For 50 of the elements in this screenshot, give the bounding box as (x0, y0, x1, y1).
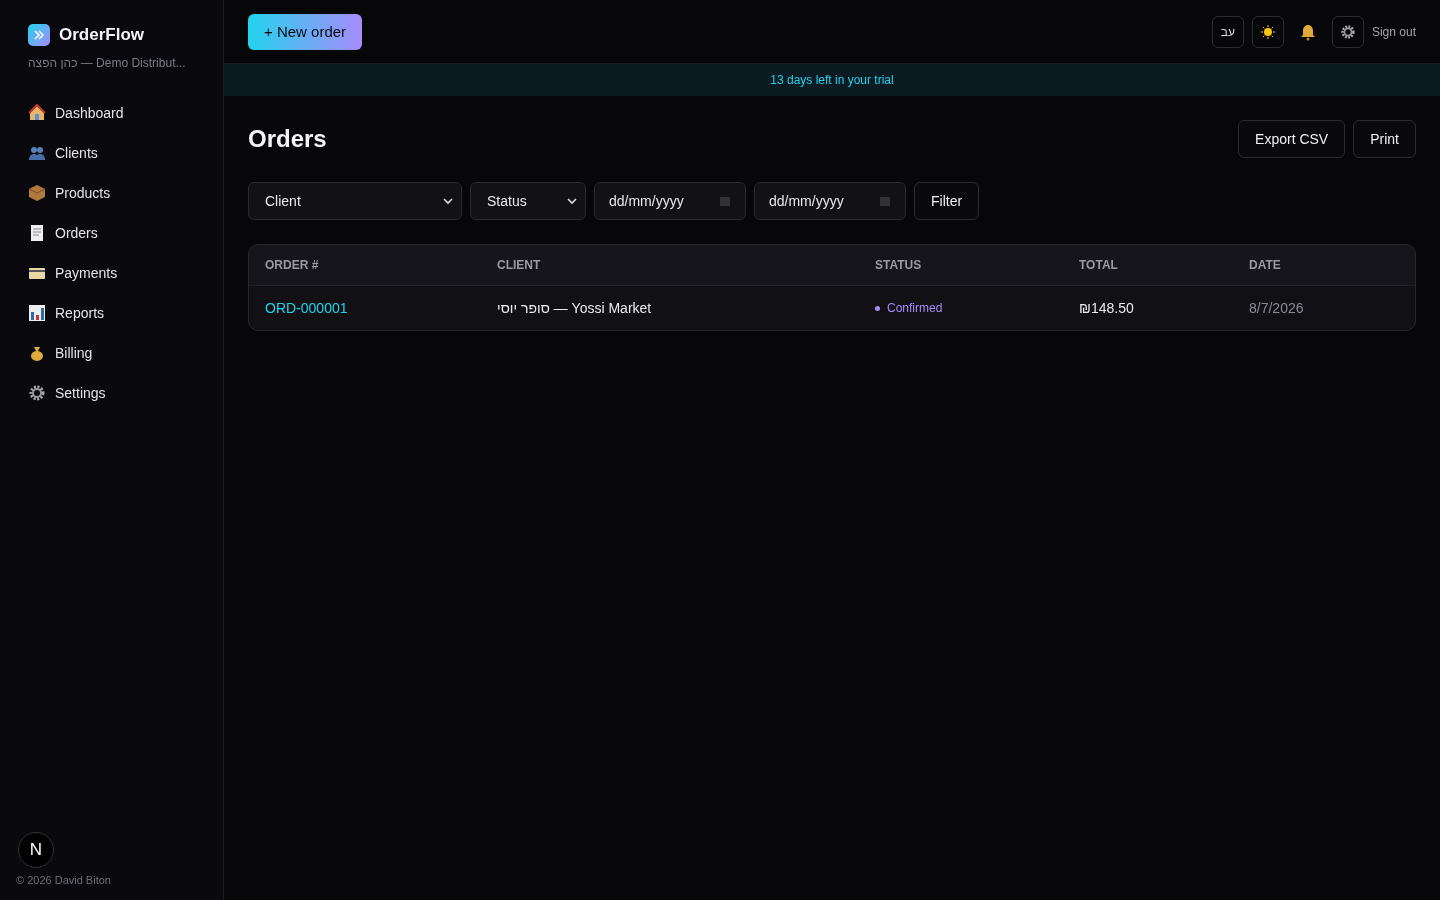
client-select[interactable]: Client (248, 182, 462, 220)
receipt-icon (28, 224, 46, 242)
page-title: Orders (248, 125, 327, 153)
sidebar-item[interactable]: Clients (28, 134, 207, 172)
gear-icon (28, 384, 46, 402)
money-bag-icon (28, 344, 46, 362)
sidebar-item[interactable]: Settings (28, 374, 207, 412)
sun-icon (1260, 24, 1275, 39)
table-cell-text: סופר יוסי — Yossi Market (497, 300, 653, 316)
date-field[interactable]: dd/mm/yyyy (754, 182, 906, 220)
bar-chart-icon (28, 304, 46, 322)
box-icon (28, 184, 46, 202)
column-header: ORDER # (265, 258, 320, 272)
status-text: Confirmed (887, 301, 943, 315)
new-order-button[interactable]: + New order (248, 13, 363, 50)
sidebar-item[interactable]: Products (28, 174, 207, 212)
house-icon (28, 104, 46, 122)
people-icon (28, 144, 46, 162)
n-badge[interactable]: N (18, 832, 54, 868)
sign-out-link[interactable]: Sign out (1371, 24, 1416, 39)
sidebar-item[interactable]: Billing (28, 334, 207, 372)
calendar-icon (879, 195, 891, 207)
brand-name: OrderFlow (59, 25, 144, 45)
sidebar-item[interactable]: Reports (28, 294, 207, 332)
gear-icon (1339, 23, 1356, 40)
language-button[interactable]: עב (1211, 15, 1244, 48)
logo-icon (28, 24, 50, 46)
settings-button[interactable] (1331, 15, 1364, 48)
column-header: STATUS (875, 258, 923, 272)
order-link[interactable]: ORD-000001 (265, 300, 497, 316)
copyright-text: © 2026 David Biton (16, 874, 112, 886)
theme-button[interactable] (1251, 15, 1284, 48)
chevron-icon (567, 196, 577, 206)
action-button[interactable]: Export CSV (1238, 120, 1346, 158)
date-field[interactable]: dd/mm/yyyy (594, 182, 746, 220)
sidebar-item[interactable]: Payments (28, 254, 207, 292)
calendar-icon (719, 195, 731, 207)
sidebar-item[interactable]: Orders (28, 214, 207, 252)
chevron-icon (443, 196, 453, 206)
table-cell-text: ₪148.50 (1079, 300, 1135, 316)
column-header: TOTAL (1079, 258, 1119, 272)
column-header: DATE (1249, 258, 1282, 272)
trial-banner: 13 days left in your trial (224, 64, 1440, 96)
company-subtitle: כהן הפצה — Demo Distribut... (28, 56, 187, 70)
filter-button[interactable]: Filter (914, 182, 980, 220)
action-button[interactable]: Print (1353, 120, 1416, 158)
status-select[interactable]: Status (470, 182, 586, 220)
table-cell-text: 8/7/2026 (1249, 300, 1305, 316)
column-header: CLIENT (497, 258, 542, 272)
sidebar-item[interactable]: Dashboard (28, 94, 207, 132)
